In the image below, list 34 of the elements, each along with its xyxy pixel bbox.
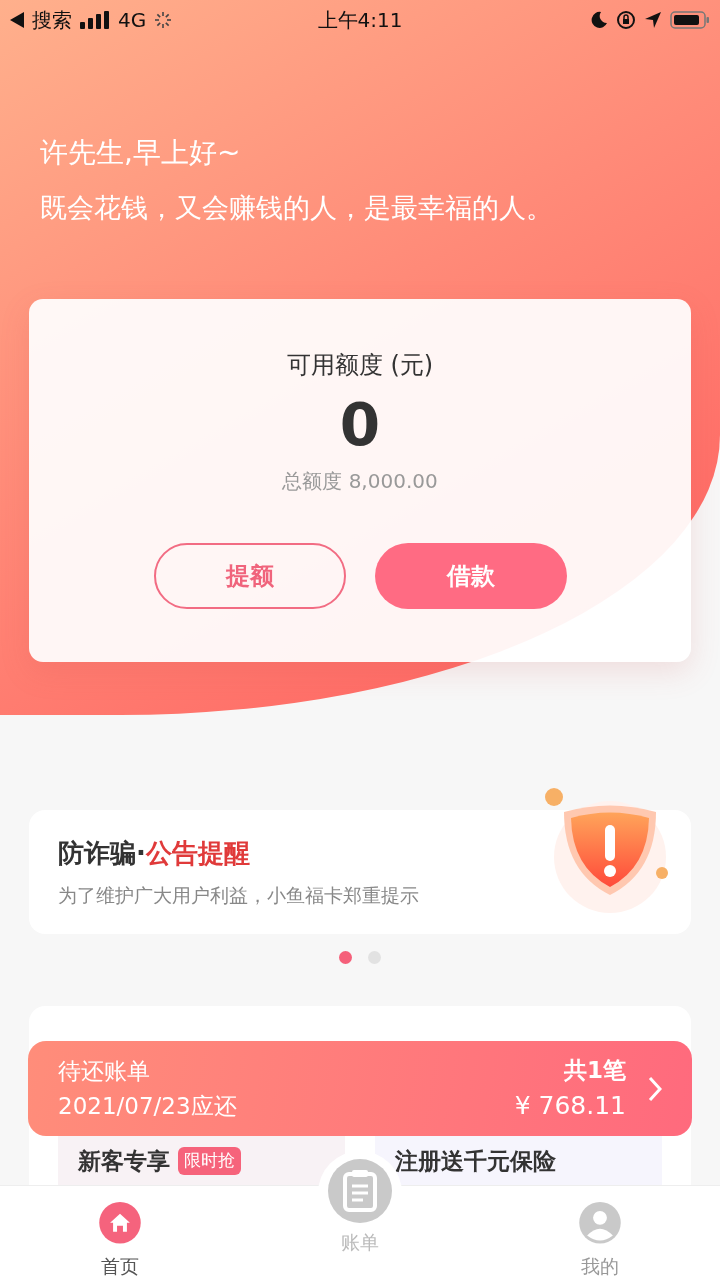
network-label: 4G [118, 7, 147, 34]
bill-banner[interactable]: 待还账单 2021/07/23应还 共1笔 ¥ 768.11 [28, 1041, 692, 1136]
tab-label[interactable]: 我的 [581, 1251, 619, 1280]
bill-due-date: 2021/07/23应还 [58, 1091, 238, 1121]
tab-label[interactable]: 首页 [101, 1251, 139, 1280]
credit-amount: 0 [339, 390, 381, 459]
promo-tile[interactable]: 注册送千元保险 [375, 1136, 662, 1186]
battery-icon [670, 10, 710, 30]
credit-total: 总额度 8,000.00 [282, 469, 438, 494]
rotation-lock-icon [616, 10, 636, 30]
chevron-right-icon [648, 1075, 662, 1102]
back-icon [10, 12, 24, 28]
signal-icon [80, 11, 110, 29]
promo-title: 新客专享 [78, 1146, 170, 1176]
bill-count: 共1笔 [563, 1055, 626, 1085]
bill-amount: ¥ 768.11 [514, 1090, 626, 1122]
location-icon [644, 11, 662, 29]
status-time: 上午4:11 [317, 8, 403, 32]
raise-limit-button[interactable]: 提额 [153, 543, 346, 610]
credit-label: 可用额度 (元) [286, 350, 434, 379]
notice-title: 防诈骗·公告提醒 [58, 837, 251, 871]
promo-badge: 限时抢 [178, 1147, 241, 1175]
bill-title: 待还账单 [58, 1057, 151, 1086]
greeting-text: 许先生,早上好~ [40, 135, 242, 171]
loading-icon [154, 11, 173, 29]
tab-label[interactable]: 账单 [341, 1228, 379, 1257]
moon-icon [590, 11, 608, 29]
page-dot[interactable] [339, 951, 352, 964]
notice-subtitle: 为了维护广大用户利益，小鱼福卡郑重提示 [58, 883, 420, 909]
promo-title: 注册送千元保险 [395, 1146, 556, 1176]
motto-text: 既会花钱，又会赚钱的人，是最幸福的人。 [40, 191, 554, 225]
promo-tile[interactable]: 新客专享 限时抢 [58, 1136, 345, 1186]
borrow-button[interactable]: 借款 [374, 543, 567, 610]
back-link[interactable]: 搜索 [32, 5, 72, 35]
